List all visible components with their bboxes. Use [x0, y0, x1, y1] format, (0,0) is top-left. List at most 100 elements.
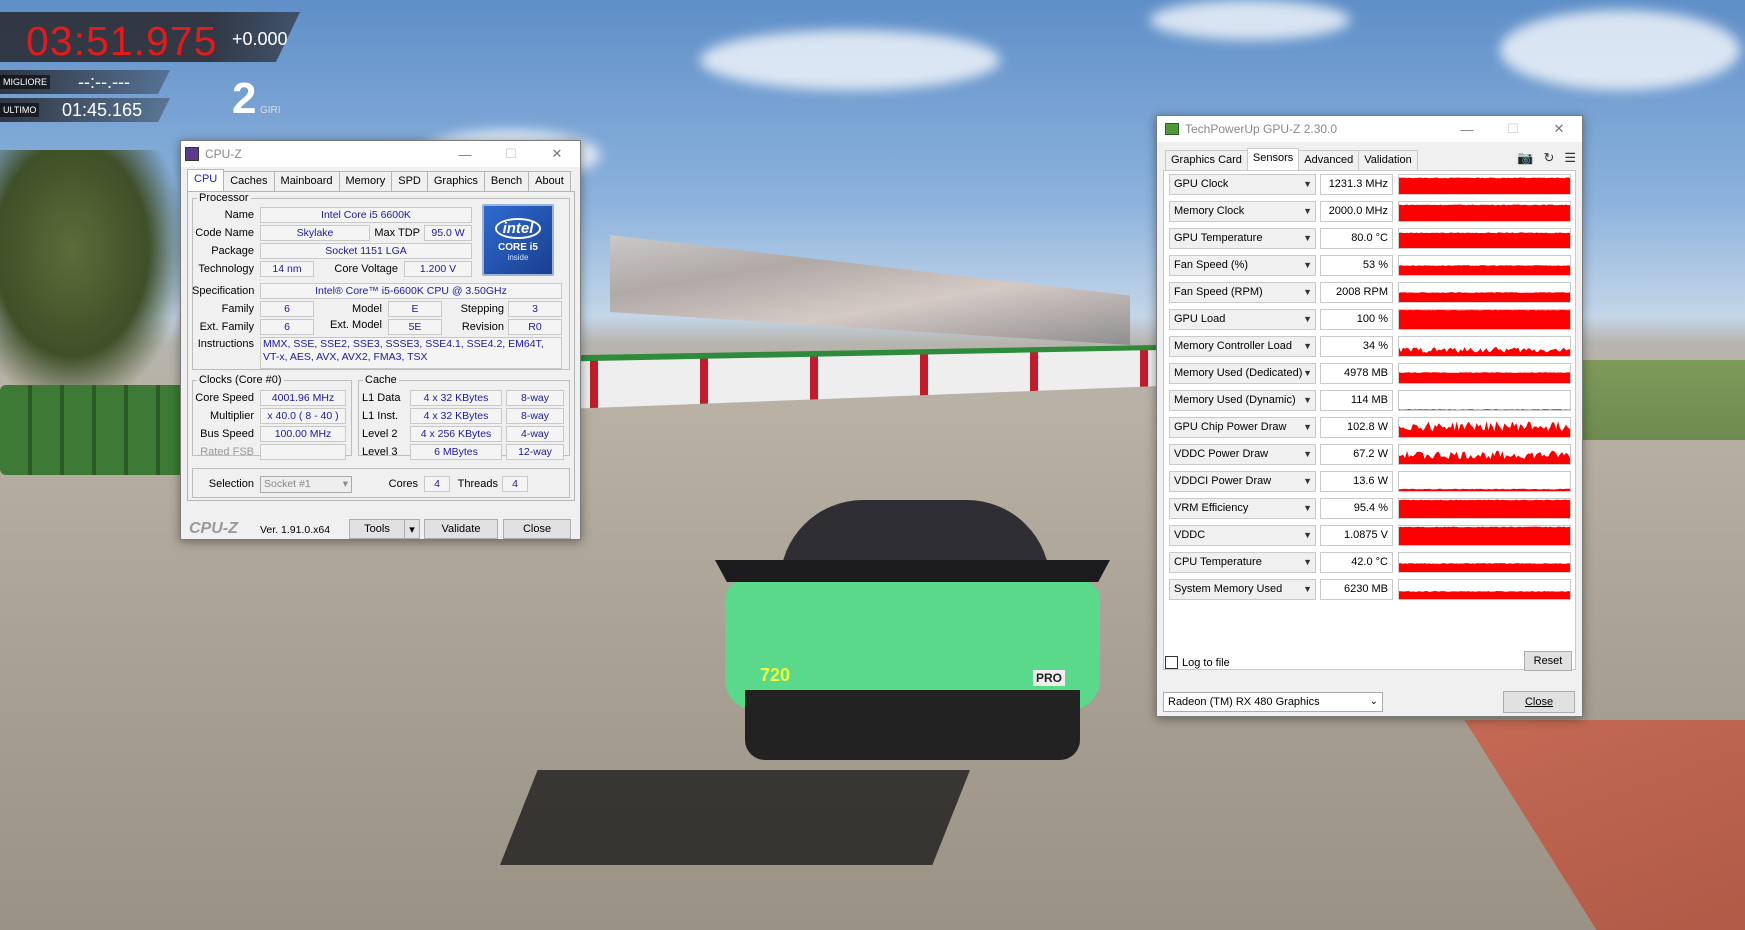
- sensor-name-select[interactable]: GPU Chip Power Draw ▼: [1169, 417, 1316, 438]
- chevron-down-icon: ▼: [1303, 530, 1312, 540]
- cpuz-titlebar[interactable]: CPU-Z — ☐ ✕: [181, 141, 580, 167]
- sensor-value: 80.0 °C: [1320, 228, 1393, 249]
- sensor-name-select[interactable]: VDDCI Power Draw ▼: [1169, 471, 1316, 492]
- close-window-button[interactable]: ✕: [1536, 116, 1582, 142]
- last-lap-row: ULTIMO 01:45.165: [0, 98, 170, 122]
- log-to-file[interactable]: Log to file: [1165, 656, 1230, 669]
- sensor-value: 102.8 W: [1320, 417, 1393, 438]
- lap-count-label: GIRI: [260, 105, 281, 116]
- gpu-device-select[interactable]: Radeon (TM) RX 480 Graphics ⌄: [1163, 692, 1383, 712]
- tab-validation[interactable]: Validation: [1358, 150, 1418, 170]
- sensor-value: 6230 MB: [1320, 579, 1393, 600]
- tab-memory[interactable]: Memory: [338, 171, 393, 191]
- close-window-button[interactable]: ✕: [534, 141, 580, 167]
- sensor-name-select[interactable]: Memory Clock ▼: [1169, 201, 1316, 222]
- corevoltage-value: 1.200 V: [404, 261, 472, 277]
- sensor-graph-area: [1399, 450, 1570, 464]
- sensor-value: 100 %: [1320, 309, 1393, 330]
- sensor-name-select[interactable]: VDDC ▼: [1169, 525, 1316, 546]
- sensor-row: VDDCI Power Draw ▼ 13.6 W: [1169, 471, 1571, 493]
- extmodel-value: 5E: [388, 319, 442, 335]
- chevron-down-icon: ▼: [1303, 557, 1312, 567]
- tab-sensors[interactable]: Sensors: [1246, 148, 1300, 170]
- sensor-graph-area: [1399, 232, 1570, 248]
- refresh-icon[interactable]: ↻: [1543, 150, 1554, 166]
- sensor-graph-area: [1399, 421, 1570, 437]
- cache-l1d-way: 8-way: [506, 390, 564, 406]
- trees: [0, 150, 180, 400]
- sensor-value: 2008 RPM: [1320, 282, 1393, 303]
- sensor-name-select[interactable]: GPU Clock ▼: [1169, 174, 1316, 195]
- tab-graphics-card[interactable]: Graphics Card: [1165, 150, 1248, 170]
- sensor-graph: [1398, 363, 1571, 384]
- cores-value: 4: [424, 476, 450, 492]
- maximize-button[interactable]: ☐: [488, 141, 534, 167]
- tab-cpu[interactable]: CPU: [187, 169, 225, 191]
- sensor-value: 114 MB: [1320, 390, 1393, 411]
- sensor-graph: [1398, 309, 1571, 330]
- sensor-value: 67.2 W: [1320, 444, 1393, 465]
- tab-advanced[interactable]: Advanced: [1298, 150, 1360, 170]
- chevron-down-icon: ▼: [1303, 260, 1312, 270]
- sensor-name-select[interactable]: GPU Load ▼: [1169, 309, 1316, 330]
- log-to-file-checkbox[interactable]: [1165, 656, 1178, 669]
- gpuz-titlebar[interactable]: TechPowerUp GPU-Z 2.30.0 — ☐ ✕: [1157, 116, 1582, 142]
- gpuz-close-button[interactable]: Close: [1503, 691, 1575, 713]
- sensor-row: GPU Load ▼ 100 %: [1169, 309, 1571, 331]
- sensor-name-select[interactable]: CPU Temperature ▼: [1169, 552, 1316, 573]
- tab-about[interactable]: About: [528, 171, 571, 191]
- sensor-graph: [1398, 525, 1571, 546]
- sensor-value: 34 %: [1320, 336, 1393, 357]
- sensor-graph: [1398, 498, 1571, 519]
- cpuz-app-icon: [185, 147, 199, 161]
- sensor-name-select[interactable]: Memory Used (Dynamic) ▼: [1169, 390, 1316, 411]
- sensor-name-select[interactable]: Memory Controller Load ▼: [1169, 336, 1316, 357]
- chevron-down-icon: ▾: [342, 478, 348, 490]
- tab-caches[interactable]: Caches: [223, 171, 275, 191]
- sensor-graph-area: [1399, 292, 1570, 302]
- chevron-down-icon: ▼: [1303, 206, 1312, 216]
- minimize-button[interactable]: —: [442, 141, 488, 167]
- chevron-down-icon: ▼: [1303, 233, 1312, 243]
- sensor-row: CPU Temperature ▼ 42.0 °C: [1169, 552, 1571, 574]
- tools-dropdown-button[interactable]: ▾: [404, 519, 420, 539]
- threads-value: 4: [502, 476, 528, 492]
- sensor-graph-area: [1399, 499, 1570, 518]
- tab-graphics[interactable]: Graphics: [426, 171, 485, 191]
- grass: [1575, 360, 1745, 440]
- chevron-down-icon: ▼: [1303, 179, 1312, 189]
- sensor-graph-area: [1399, 347, 1570, 356]
- tab-spd[interactable]: SPD: [391, 171, 428, 191]
- chevron-down-icon: ▼: [1303, 314, 1312, 324]
- sensor-name-select[interactable]: Fan Speed (RPM) ▼: [1169, 282, 1316, 303]
- validate-button[interactable]: Validate: [424, 519, 498, 539]
- corespeed-value: 4001.96 MHz: [260, 390, 346, 406]
- busspeed-value: 100.00 MHz: [260, 426, 346, 442]
- tab-mainboard[interactable]: Mainboard: [273, 171, 340, 191]
- sensor-name-select[interactable]: Fan Speed (%) ▼: [1169, 255, 1316, 276]
- camera-icon[interactable]: 📷: [1517, 150, 1533, 166]
- cpuz-close-button[interactable]: Close: [503, 519, 571, 539]
- tools-button[interactable]: Tools: [349, 519, 405, 539]
- sensor-name-select[interactable]: GPU Temperature ▼: [1169, 228, 1316, 249]
- chevron-down-icon: ⌄: [1369, 696, 1378, 707]
- menu-icon[interactable]: ☰: [1564, 150, 1576, 166]
- maximize-button[interactable]: ☐: [1490, 116, 1536, 142]
- sensor-name-select[interactable]: VRM Efficiency ▼: [1169, 498, 1316, 519]
- best-lap-row: MIGLIORE --:--.---: [0, 70, 170, 94]
- sensor-value: 53 %: [1320, 255, 1393, 276]
- technology-value: 14 nm: [260, 261, 314, 277]
- minimize-button[interactable]: —: [1444, 116, 1490, 142]
- sensor-name-select[interactable]: Memory Used (Dedicated) ▼: [1169, 363, 1316, 384]
- sensor-graph: [1398, 228, 1571, 249]
- best-lap-value: --:--.---: [78, 72, 130, 92]
- sensor-name-select[interactable]: System Memory Used ▼: [1169, 579, 1316, 600]
- lap-count: 2: [232, 74, 257, 123]
- socket-select[interactable]: Socket #1 ▾: [260, 476, 352, 493]
- sensor-graph: [1398, 444, 1571, 465]
- sensor-name-select[interactable]: VDDC Power Draw ▼: [1169, 444, 1316, 465]
- tab-bench[interactable]: Bench: [483, 171, 530, 191]
- reset-button[interactable]: Reset: [1524, 651, 1572, 671]
- current-lap-time: 03:51.975: [26, 18, 218, 64]
- spec-value: Intel® Core™ i5-6600K CPU @ 3.50GHz: [260, 283, 562, 299]
